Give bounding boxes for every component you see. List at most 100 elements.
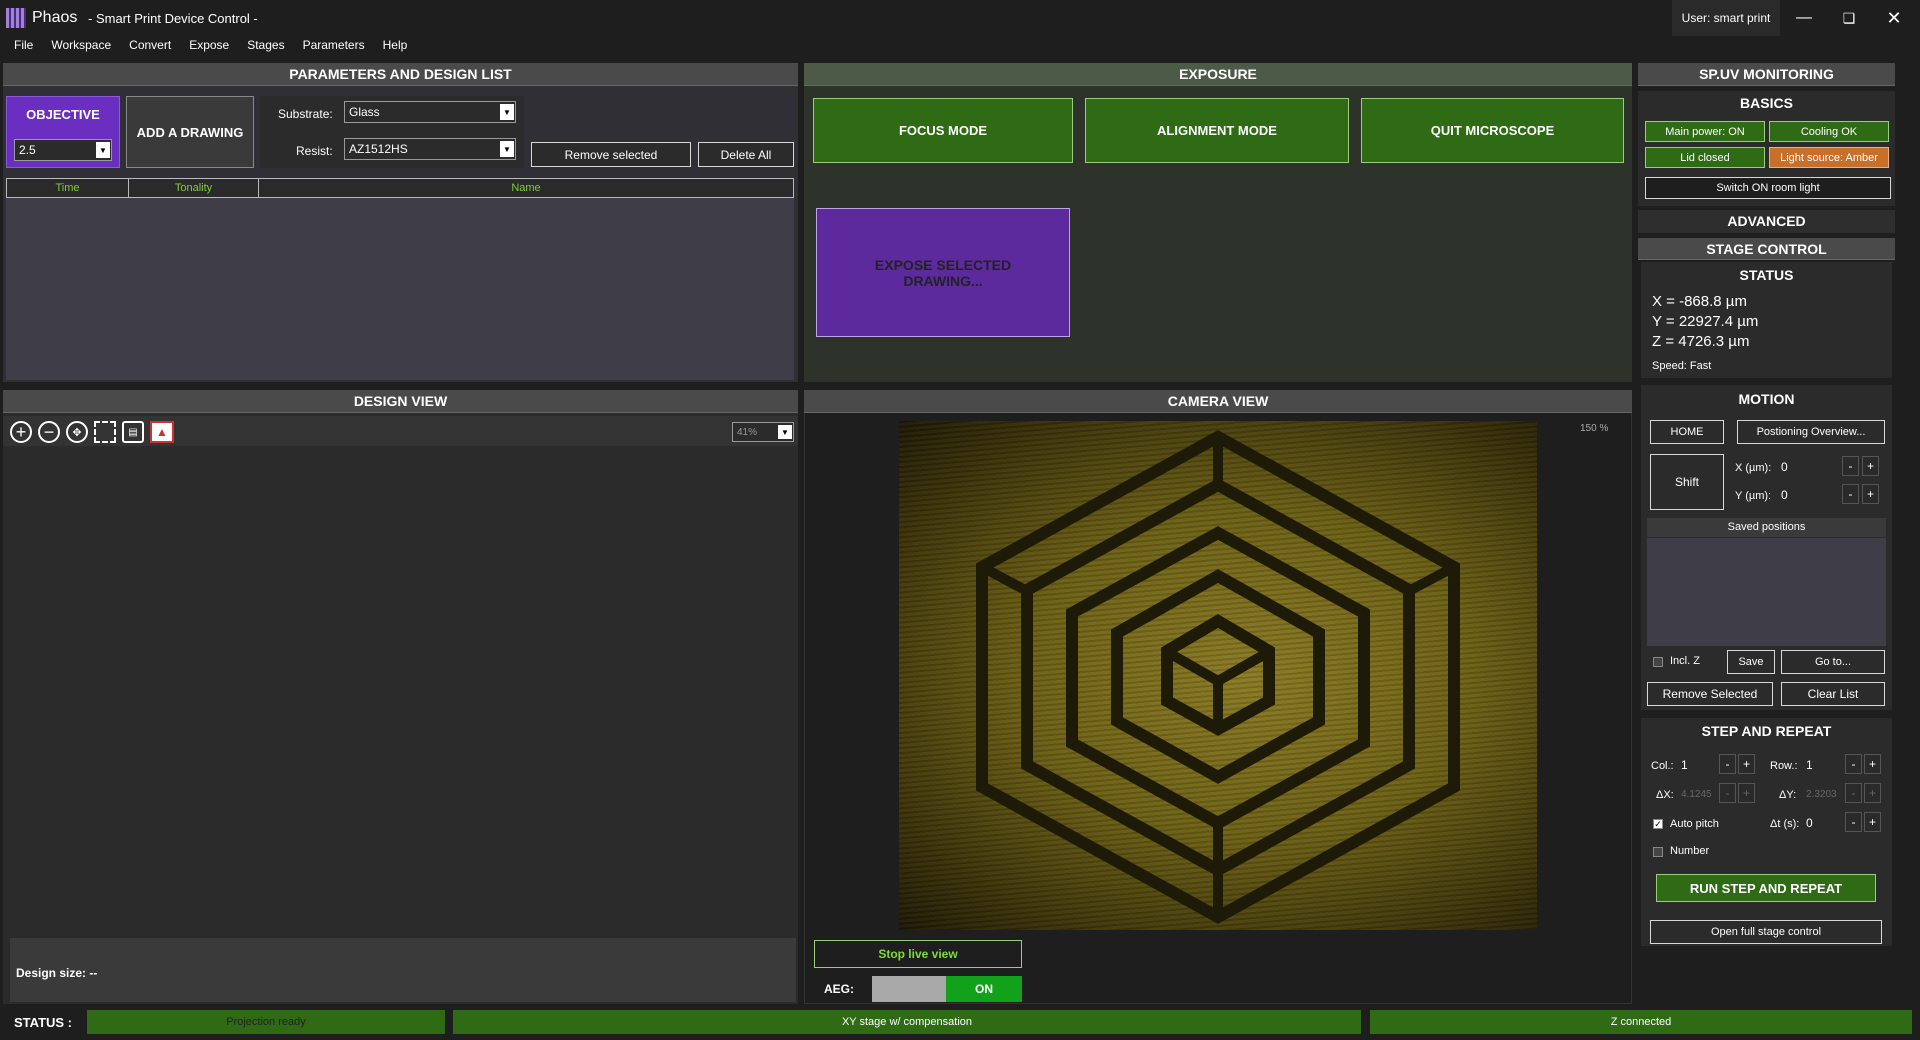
shift-x-input[interactable]: 0 — [1777, 456, 1837, 478]
resist-label: Resist: — [296, 144, 333, 158]
menu-bar: File Workspace Convert Expose Stages Par… — [0, 36, 1920, 58]
save-design-icon[interactable]: ▤ — [122, 421, 144, 443]
delete-all-button[interactable]: Delete All — [698, 142, 794, 167]
select-area-icon[interactable] — [94, 421, 116, 443]
design-size-bar: Design size: -- — [10, 938, 796, 1002]
zoom-out-icon[interactable]: − — [38, 421, 60, 443]
column-name[interactable]: Name — [259, 179, 793, 197]
chevron-down-icon: ▼ — [500, 104, 514, 120]
zoom-in-icon[interactable]: + — [10, 421, 32, 443]
dt-decrement[interactable]: - — [1845, 812, 1862, 832]
menu-help[interactable]: Help — [383, 36, 408, 58]
dx-input[interactable]: 4.1245 — [1677, 783, 1717, 805]
title-bar: Phaos - Smart Print Device Control - Use… — [0, 0, 1920, 36]
remove-selected-button[interactable]: Remove selected — [531, 142, 691, 167]
status-bar-label: STATUS : — [14, 1015, 73, 1030]
col-input[interactable]: 1 — [1677, 754, 1717, 776]
dx-decrement[interactable]: - — [1719, 783, 1736, 803]
motion-title: MOTION — [1738, 391, 1795, 407]
dt-input[interactable]: 0 — [1802, 812, 1842, 834]
close-button[interactable]: ✕ — [1880, 6, 1908, 30]
stage-z-readout: Z = 4726.3 µm — [1652, 333, 1750, 350]
image-export-icon[interactable]: ▲ — [150, 421, 174, 443]
dx-increment[interactable]: + — [1738, 783, 1755, 803]
number-checkbox[interactable] — [1653, 847, 1663, 857]
column-tonality[interactable]: Tonality — [129, 179, 259, 197]
shift-y-input[interactable]: 0 — [1777, 484, 1837, 506]
aeg-toggle-on: ON — [946, 976, 1022, 1002]
minimize-button[interactable]: — — [1790, 6, 1818, 30]
stage-y-readout: Y = 22927.4 µm — [1652, 313, 1759, 330]
positioning-overview-button[interactable]: Postioning Overview... — [1737, 420, 1885, 444]
projection-status: Projection ready — [87, 1010, 445, 1034]
focus-mode-button[interactable]: FOCUS MODE — [813, 98, 1073, 163]
add-drawing-button[interactable]: ADD A DRAWING — [126, 96, 254, 168]
menu-parameters[interactable]: Parameters — [303, 36, 365, 58]
column-time[interactable]: Time — [7, 179, 129, 197]
incl-z-label: Incl. Z — [1670, 655, 1700, 667]
dy-label: ΔY: — [1779, 789, 1797, 801]
shift-y-increment[interactable]: + — [1862, 484, 1879, 504]
cooling-status: Cooling OK — [1769, 121, 1889, 142]
shift-x-decrement[interactable]: - — [1842, 456, 1859, 476]
row-increment[interactable]: + — [1864, 754, 1881, 774]
auto-pitch-label: Auto pitch — [1670, 818, 1719, 830]
monitoring-header: SP.UV MONITORING — [1638, 63, 1895, 86]
saved-positions-list[interactable] — [1647, 538, 1886, 646]
resist-select[interactable]: AZ1512HS ▼ — [344, 138, 516, 160]
z-stage-status: Z connected — [1370, 1010, 1912, 1034]
restore-button[interactable]: ❏ — [1835, 6, 1863, 30]
menu-file[interactable]: File — [14, 36, 33, 58]
incl-z-checkbox[interactable] — [1653, 657, 1663, 667]
dy-input[interactable]: 2.3203 — [1802, 783, 1842, 805]
save-position-button[interactable]: Save — [1727, 650, 1775, 674]
stop-live-view-button[interactable]: Stop live view — [814, 940, 1022, 968]
clear-list-button[interactable]: Clear List — [1781, 682, 1885, 706]
shift-y-decrement[interactable]: - — [1842, 484, 1859, 504]
step-repeat-section — [1641, 718, 1892, 946]
stage-speed: Speed: Fast — [1652, 360, 1712, 372]
dy-decrement[interactable]: - — [1845, 783, 1862, 803]
menu-convert[interactable]: Convert — [129, 36, 171, 58]
user-badge: User: smart print — [1672, 0, 1780, 36]
dt-increment[interactable]: + — [1864, 812, 1881, 832]
design-canvas[interactable] — [3, 447, 798, 935]
objective-select[interactable]: 2.5 ▼ — [14, 139, 112, 161]
light-source-status: Light source: Amber — [1769, 147, 1889, 168]
lid-status: Lid closed — [1645, 147, 1765, 168]
zoom-fit-icon[interactable]: ✥ — [66, 421, 88, 443]
col-increment[interactable]: + — [1738, 754, 1755, 774]
advanced-header[interactable]: ADVANCED — [1638, 210, 1895, 233]
menu-expose[interactable]: Expose — [189, 36, 229, 58]
camera-view-header: CAMERA VIEW — [804, 390, 1632, 413]
alignment-mode-button[interactable]: ALIGNMENT MODE — [1085, 98, 1349, 163]
aeg-toggle[interactable]: ON — [872, 976, 1022, 1002]
open-full-stage-control-button[interactable]: Open full stage control — [1650, 920, 1882, 944]
chevron-down-icon: ▼ — [96, 142, 110, 158]
col-decrement[interactable]: - — [1719, 754, 1736, 774]
row-decrement[interactable]: - — [1845, 754, 1862, 774]
auto-pitch-checkbox[interactable]: ✓ — [1653, 819, 1663, 829]
room-light-button[interactable]: Switch ON room light — [1645, 177, 1891, 199]
hexagon-pattern — [976, 430, 1460, 924]
shift-button[interactable]: Shift — [1650, 454, 1724, 510]
dy-increment[interactable]: + — [1864, 783, 1881, 803]
home-button[interactable]: HOME — [1650, 420, 1724, 444]
shift-x-increment[interactable]: + — [1862, 456, 1879, 476]
col-label: Col.: — [1651, 760, 1674, 772]
menu-stages[interactable]: Stages — [247, 36, 284, 58]
menu-workspace[interactable]: Workspace — [51, 36, 111, 58]
design-zoom-select[interactable]: 41% ▼ — [732, 422, 794, 442]
expose-selected-button[interactable]: EXPOSE SELECTED DRAWING... — [816, 208, 1070, 337]
row-label: Row.: — [1770, 760, 1798, 772]
run-step-repeat-button[interactable]: RUN STEP AND REPEAT — [1656, 874, 1876, 902]
row-input[interactable]: 1 — [1802, 754, 1842, 776]
substrate-label: Substrate: — [278, 107, 333, 121]
design-list-table[interactable]: Time Tonality Name — [6, 178, 794, 380]
substrate-select[interactable]: Glass ▼ — [344, 101, 516, 123]
goto-position-button[interactable]: Go to... — [1781, 650, 1885, 674]
app-logo-icon — [6, 8, 26, 28]
quit-microscope-button[interactable]: QUIT MICROSCOPE — [1361, 98, 1624, 163]
chevron-down-icon: ▼ — [500, 141, 514, 157]
remove-selected-position-button[interactable]: Remove Selected — [1647, 682, 1773, 706]
